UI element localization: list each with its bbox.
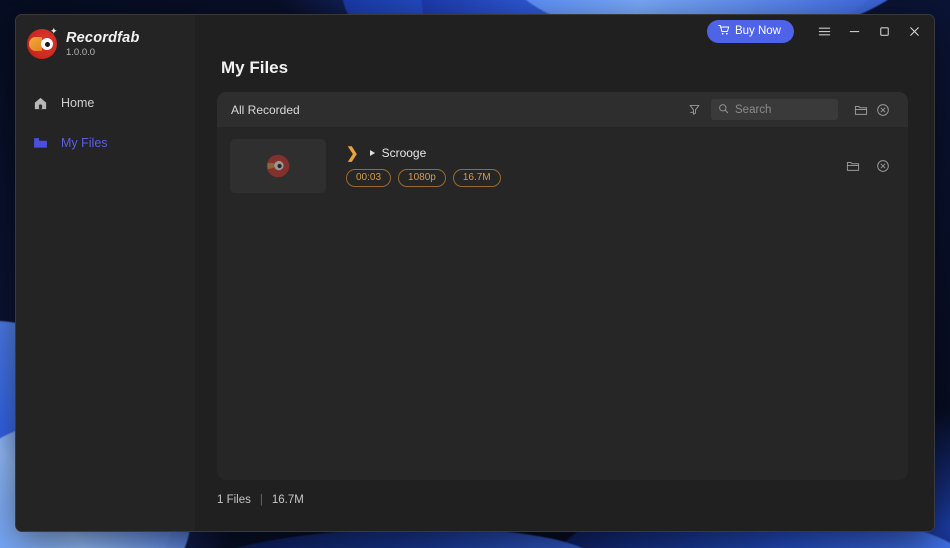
hamburger-menu-icon[interactable]	[810, 18, 838, 44]
sidebar-nav: Home My Files	[16, 88, 195, 158]
table-row[interactable]: ❯ Scrooge 00:03 1080p 16.7M	[217, 137, 908, 195]
shopping-cart-icon	[718, 24, 730, 39]
file-info: ❯ Scrooge 00:03 1080p 16.7M	[326, 146, 842, 187]
total-size-label: 16.7M	[271, 494, 304, 506]
files-toolbar: All Recorded	[217, 92, 908, 127]
close-icon[interactable]	[900, 18, 928, 44]
application-window: ✦ Recordfab 1.0.0.0 Home My Files Buy No…	[15, 14, 935, 532]
search-input[interactable]	[735, 103, 831, 116]
file-count-label: 1 Files	[217, 494, 251, 506]
app-version: 1.0.0.0	[66, 47, 96, 58]
search-box[interactable]	[711, 99, 838, 120]
sidebar-item-home[interactable]: Home	[16, 88, 195, 118]
file-list: ❯ Scrooge 00:03 1080p 16.7M	[217, 127, 908, 480]
chevron-right-icon[interactable]: ❯	[346, 146, 359, 161]
open-folder-icon[interactable]	[842, 155, 864, 177]
brand-header: ✦ Recordfab 1.0.0.0	[16, 15, 195, 59]
status-separator: |	[259, 494, 263, 506]
maximize-icon[interactable]	[870, 18, 898, 44]
status-badge: 16.7M	[452, 168, 501, 187]
play-triangle-icon[interactable]	[369, 150, 375, 156]
buy-now-label: Buy Now	[734, 25, 781, 37]
sidebar: ✦ Recordfab 1.0.0.0 Home My Files	[16, 15, 195, 531]
main-area: Buy Now My Files All Recorded Search ❯ S…	[195, 15, 934, 531]
page-title: My Files	[221, 58, 289, 77]
files-panel: All Recorded Search ❯ Scrooge 00:03 1080…	[217, 92, 908, 480]
sidebar-item-my-files[interactable]: My Files	[16, 128, 195, 158]
status-bar: 1 Files | 16.7M	[195, 480, 934, 506]
status-badge: 00:03	[346, 168, 392, 187]
brand-name: Recordfab	[66, 30, 140, 46]
sidebar-item-label: My Files	[61, 136, 108, 150]
row-actions	[842, 155, 894, 177]
file-title-line: ❯ Scrooge	[346, 146, 842, 161]
circle-x-delete-icon[interactable]	[872, 155, 894, 177]
sidebar-item-label: Home	[61, 96, 95, 110]
title-bar: Buy Now	[195, 15, 934, 47]
circle-x-delete-icon[interactable]	[872, 99, 894, 121]
minimize-icon[interactable]	[840, 18, 868, 44]
file-name: Scrooge	[381, 146, 427, 160]
file-tags: 00:03 1080p 16.7M	[346, 168, 842, 187]
status-badge: 1080p	[398, 168, 446, 187]
search-icon	[718, 101, 729, 119]
folder-icon	[33, 136, 48, 151]
buy-now-button[interactable]: Buy Now	[706, 19, 794, 43]
filter-category-label[interactable]: All Recorded	[231, 103, 683, 117]
recording-thumbnail-icon[interactable]	[230, 139, 326, 193]
parrot-logo-icon	[265, 153, 291, 179]
home-icon	[33, 96, 48, 111]
funnel-filter-icon[interactable]	[683, 99, 705, 121]
parrot-logo-icon: ✦	[27, 27, 58, 59]
open-folder-icon[interactable]	[850, 99, 872, 121]
